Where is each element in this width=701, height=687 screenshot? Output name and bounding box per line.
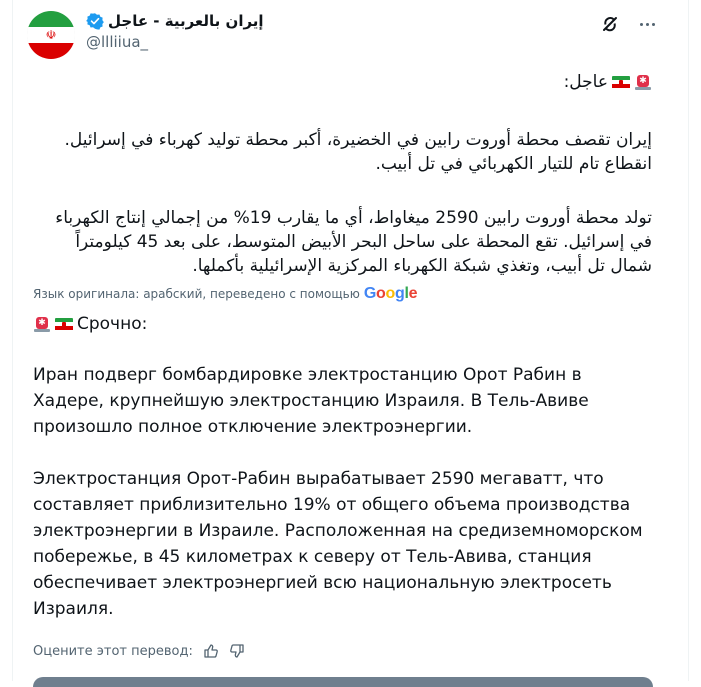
rate-translation-label: Оцените этот перевод:	[33, 643, 193, 659]
author-display-name[interactable]: إيران بالعربية - عاجل	[108, 12, 264, 30]
rate-translation-row: Оцените этот перевод:	[33, 641, 245, 661]
siren-emoji-icon	[33, 315, 51, 333]
original-text-line: انقطاع تام للتيار الكهربائي في تل أبيب.	[375, 154, 652, 174]
author-name-row[interactable]: إيران بالعربية - عاجل	[86, 10, 264, 32]
original-paragraph-1: إيران تقصف محطة أوروت رابين في الخضيرة، …	[32, 128, 652, 176]
translation-attribution: Язык оригинала: арабский, переведено с п…	[33, 284, 418, 304]
original-urgent-label: عاجل:	[563, 72, 608, 92]
author-handle[interactable]: @llliiua_	[86, 33, 148, 51]
original-text-line: إيران تقصف محطة أوروت رابين في الخضيرة، …	[64, 130, 652, 150]
more-dots-icon[interactable]	[634, 14, 660, 34]
iran-flag-emoji-icon	[612, 75, 630, 89]
google-logo: Google	[363, 285, 418, 302]
original-text-line: في إسرائيل. تقع المحطة على ساحل البحر ال…	[75, 232, 652, 252]
grok-icon[interactable]	[600, 14, 620, 34]
verified-badge-icon	[86, 12, 104, 30]
original-text-line: شمال تل أبيب، وتغذي شبكة الكهرباء المركز…	[192, 256, 652, 276]
thumbs-up-icon[interactable]	[203, 643, 219, 659]
translated-text: Электростанция Орот-Рабин вырабатывает 2…	[33, 469, 643, 619]
timeline-border-left	[12, 0, 13, 681]
original-urgent-line: عاجل:	[32, 72, 652, 92]
translated-urgent-label: Срочно:	[77, 314, 148, 334]
timeline-border-right	[688, 0, 689, 681]
author-avatar[interactable]: ☫	[27, 11, 75, 59]
original-text-line: تولد محطة أوروت رابين 2590 ميغاواط، أي م…	[55, 208, 652, 228]
translation-note-text: Язык оригинала: арабский, переведено с п…	[33, 287, 360, 301]
post-media-preview[interactable]	[33, 677, 653, 687]
iran-flag-emoji-icon	[55, 317, 73, 331]
translated-paragraph-2: Электростанция Орот-Рабин вырабатывает 2…	[33, 466, 653, 622]
siren-emoji-icon	[634, 73, 652, 91]
translated-text: Иран подверг бомбардировке электростанци…	[33, 365, 589, 437]
translated-urgent-line: Срочно:	[33, 312, 147, 336]
original-paragraph-2: تولد محطة أوروت رابين 2590 ميغاواط، أي م…	[32, 206, 652, 278]
iran-emblem-icon: ☫	[45, 28, 57, 42]
thumbs-down-icon[interactable]	[229, 643, 245, 659]
translated-paragraph-1: Иран подверг бомбардировке электростанци…	[33, 362, 653, 440]
